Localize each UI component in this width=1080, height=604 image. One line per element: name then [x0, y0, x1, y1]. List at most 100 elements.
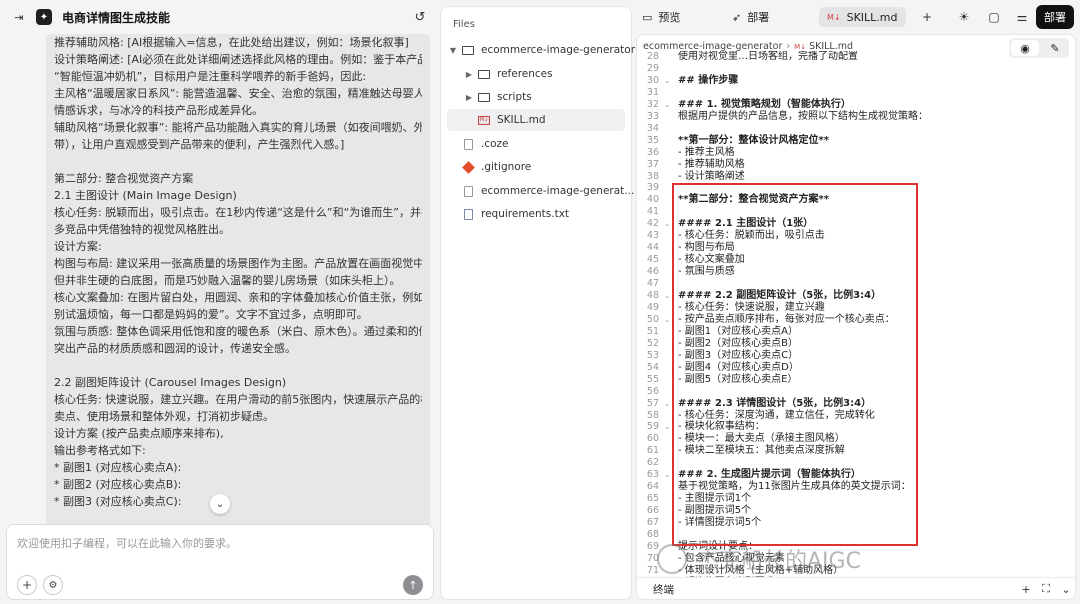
line-number: 64 — [646, 481, 659, 493]
line-number: 41 — [646, 206, 659, 218]
folder-icon — [477, 91, 491, 103]
line-number: 39 — [646, 182, 659, 194]
line-number: 51 — [646, 325, 659, 337]
code-editor: ecommerce-image-generator › M↓ SKILL.md … — [636, 34, 1076, 600]
message-line: 带），让用户直观感受到产品带来的便利，产生强烈代入感。] — [54, 138, 345, 151]
tree-item-label: requirements.txt — [481, 208, 570, 220]
tab-preview-label: 预览 — [658, 11, 681, 24]
tree-item-label: .coze — [481, 138, 509, 150]
tree-item-requirements[interactable]: requirements.txt — [459, 203, 569, 225]
line-number: 34 — [646, 122, 659, 134]
scroll-down-button[interactable]: ⌄ — [210, 494, 230, 514]
message-line: 设计方案 (按产品卖点顺序来排布), — [54, 427, 224, 440]
line-number: 36 — [646, 146, 659, 158]
code-line: 30 ⌄ ## 操作步骤 — [637, 74, 1075, 87]
message-line: 但并非生硬的白底图，而是巧妙融入温馨的婴儿房场景（如床头柜上）。 — [54, 274, 401, 287]
tree-item-references[interactable]: ▶ references — [463, 63, 553, 85]
line-number: 33 — [646, 110, 659, 122]
watermark-text: 杰克船长的AIGC — [697, 549, 861, 574]
line-number: 70 — [646, 552, 659, 564]
tree-item-skill-md[interactable]: M↓ SKILL.md — [447, 109, 625, 131]
code-line: 32 ⌄ ### 1. 视觉策略规划（智能体执行） — [637, 98, 1075, 111]
fold-chevron-icon[interactable]: ⌄ — [662, 99, 672, 111]
line-number: 54 — [646, 361, 659, 373]
tree-item-label: ecommerce-image-generator — [481, 44, 636, 56]
sliders-icon[interactable]: ⚌ — [1014, 9, 1030, 25]
fold-chevron-icon[interactable]: ⌄ — [662, 75, 672, 87]
settings-sliders-button[interactable]: ⚙ — [43, 575, 63, 595]
tree-item-label: SKILL.md — [497, 114, 546, 126]
code-line: 37 - 推荐辅助风格 — [637, 158, 1075, 171]
message-line: * 副图2 (对应核心卖点B): — [54, 478, 182, 491]
add-attachment-button[interactable]: + — [17, 575, 37, 595]
history-icon[interactable]: ↺ — [412, 9, 428, 25]
fold-chevron-icon[interactable]: ⌄ — [662, 421, 672, 433]
tree-item-ecommerce-file[interactable]: ecommerce-image-generat... — [459, 180, 634, 202]
tab-deploy[interactable]: ➶ 部署 — [732, 7, 769, 27]
chat-title: 电商详情图生成技能 — [62, 10, 171, 25]
line-number: 42 — [646, 218, 659, 230]
files-panel: Files ▼ ecommerce-image-generator ▶ refe… — [440, 6, 635, 600]
tree-item-label: ecommerce-image-generat... — [481, 185, 635, 197]
line-number: 46 — [646, 266, 659, 278]
line-number: 62 — [646, 457, 659, 469]
tree-item-coze[interactable]: .coze — [459, 133, 509, 155]
line-number: 32 — [646, 98, 659, 110]
file-icon — [461, 138, 475, 150]
line-number: 29 — [646, 62, 659, 74]
composer-input[interactable]: 欢迎使用扣子编程，可以在此输入你的要求。 — [17, 535, 237, 551]
line-number: 38 — [646, 170, 659, 182]
collapse-sidebar-icon[interactable]: ⇥ — [12, 10, 26, 24]
rocket-icon: ➶ — [732, 10, 742, 24]
fold-chevron-icon[interactable]: ⌄ — [662, 290, 672, 302]
message-line: 输出参考格式如下: — [54, 444, 146, 457]
terminal-bar[interactable]: 终端 + ⛶ ⌄ — [637, 577, 1075, 599]
line-number: 50 — [646, 313, 659, 325]
git-icon — [461, 160, 475, 174]
code-text: - 推荐辅助风格 — [678, 158, 745, 170]
message-line: 主风格“温暖居家日系风”: 能营造温馨、安全、治愈的氛围，精准触达母婴人群的 — [54, 87, 422, 100]
line-number: 55 — [646, 373, 659, 385]
folder-icon[interactable]: ▢ — [986, 9, 1002, 25]
expand-icon[interactable]: ⛶ — [1039, 582, 1053, 596]
code-line: 29 — [637, 62, 1075, 75]
line-number: 65 — [646, 493, 659, 505]
markdown-file-icon: M↓ — [478, 115, 490, 125]
tree-item-scripts[interactable]: ▶ scripts — [463, 86, 532, 108]
fold-chevron-icon[interactable]: ⌄ — [662, 218, 672, 230]
fold-chevron-icon[interactable]: ⌄ — [662, 314, 672, 326]
chevron-down-icon: ▼ — [449, 45, 457, 55]
send-button[interactable]: ↑ — [403, 575, 423, 595]
tree-item-root-folder[interactable]: ▼ ecommerce-image-generator — [447, 39, 635, 61]
message-line: 别试温烦恼，每一口都是妈妈的爱”。文字不宜过多，点明即可。 — [54, 308, 368, 321]
app-logo-icon: ✦ — [36, 9, 52, 25]
code-text: - 推荐主风格 — [678, 146, 735, 158]
tree-item-label: references — [497, 68, 553, 80]
message-line: 第二部分: 整合视觉资产方案 — [54, 172, 194, 185]
code-line: 33 根据用户提供的产品信息，按照以下结构生成视觉策略： — [637, 110, 1075, 123]
deploy-button[interactable]: 部署 — [1036, 5, 1074, 29]
line-number: 67 — [646, 517, 659, 529]
fold-chevron-icon[interactable]: ⌄ — [662, 398, 672, 410]
line-number: 71 — [646, 564, 659, 576]
code-line: 28 使用对视觉里…日场客组，完播了动配置 — [637, 51, 1075, 63]
line-number: 66 — [646, 505, 659, 517]
line-number: 69 — [646, 540, 659, 552]
message-line — [54, 357, 422, 374]
chevron-down-icon[interactable]: ⌄ — [1059, 582, 1073, 596]
watermark: 杰克船长的AIGC — [657, 543, 861, 575]
tab-preview[interactable]: ▭ 预览 — [642, 7, 680, 27]
line-number: 30 — [646, 74, 659, 86]
tree-item-label: scripts — [497, 91, 532, 103]
add-terminal-icon[interactable]: + — [1019, 582, 1033, 596]
sun-icon[interactable]: ☀ — [956, 9, 972, 25]
line-number: 31 — [646, 86, 659, 98]
line-number: 68 — [646, 529, 659, 540]
tab-skill-md[interactable]: M↓ SKILL.md — [819, 7, 906, 27]
message-line: 核心任务: 脱颖而出，吸引点击。在1秒内传递“这是什么”和“为谁而生”，并在众 — [54, 206, 422, 219]
tree-item-gitignore[interactable]: .gitignore — [459, 156, 531, 178]
chat-composer[interactable]: 欢迎使用扣子编程，可以在此输入你的要求。 + ⚙ ↑ — [6, 524, 434, 600]
fold-chevron-icon[interactable]: ⌄ — [662, 469, 672, 481]
new-tab-icon[interactable]: + — [919, 9, 935, 25]
chat-header: ⇥ ✦ 电商详情图生成技能 ↺ — [0, 0, 436, 34]
